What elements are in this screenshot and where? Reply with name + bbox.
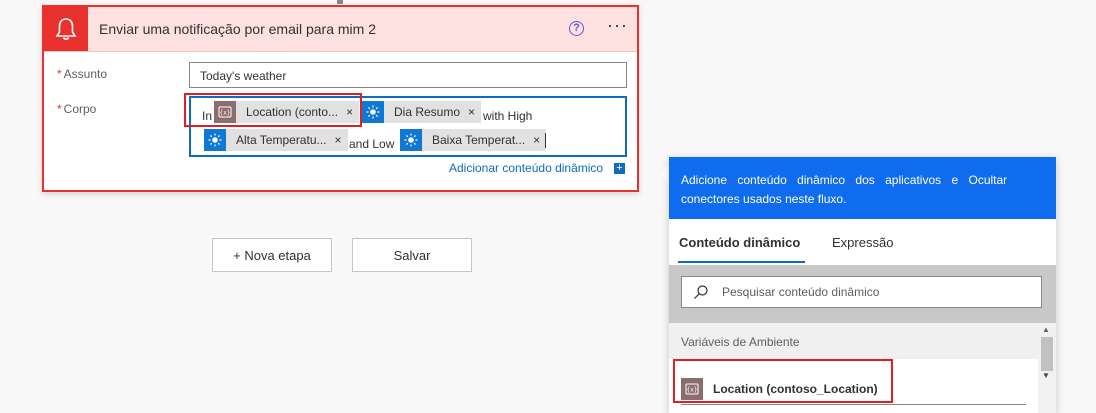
tab-expression[interactable]: Expressão: [832, 235, 893, 250]
required-marker: *: [57, 67, 62, 81]
subject-label-text: Assunto: [63, 67, 108, 81]
weather-sun-icon: [204, 129, 226, 151]
token-high-temperature[interactable]: Alta Temperatu... ×: [204, 129, 348, 151]
scroll-down-arrow-icon[interactable]: ▼: [1042, 371, 1050, 380]
token-low-temperature-label: Baixa Temperat...: [432, 133, 526, 147]
section-environment-variables: Variáveis de Ambiente: [669, 323, 1038, 359]
active-tab-indicator: [678, 261, 805, 263]
section-title: Variáveis de Ambiente: [681, 335, 800, 349]
flow-connector-line: [337, 0, 343, 4]
search-area: Pesquisar conteúdo dinâmico: [669, 265, 1056, 323]
body-text-with-high: with High: [483, 109, 533, 123]
body-text-and-low: and Low: [349, 137, 395, 151]
body-label-text: Corpo: [63, 102, 97, 116]
weather-sun-icon: [400, 129, 422, 151]
highlight-box-location-item: [673, 359, 893, 403]
tab-dynamic-content[interactable]: Conteúdo dinâmico: [679, 235, 800, 250]
subject-label: * Assunto: [57, 67, 107, 81]
token-high-temperature-label: Alta Temperatu...: [236, 133, 327, 147]
remove-token-icon[interactable]: ×: [531, 133, 546, 147]
search-input[interactable]: Pesquisar conteúdo dinâmico: [681, 276, 1042, 308]
panel-description: Adicione conteúdo dinâmico dos aplicativ…: [669, 157, 1056, 219]
scroll-up-arrow-icon[interactable]: ▲: [1042, 325, 1050, 334]
required-marker: *: [57, 102, 62, 116]
remove-token-icon[interactable]: ×: [333, 133, 348, 147]
card-header[interactable]: Enviar uma notificação por email para mi…: [44, 7, 637, 52]
more-options-icon[interactable]: ···: [607, 15, 628, 36]
panel-scrollbar[interactable]: ▲ ▼: [1038, 323, 1056, 413]
text-caret: [545, 133, 546, 148]
send-email-action-card: Enviar uma notificação por email para mi…: [42, 5, 639, 192]
card-title[interactable]: Enviar uma notificação por email para mi…: [99, 21, 376, 37]
token-day-summary[interactable]: Dia Resumo ×: [362, 101, 482, 123]
add-dynamic-content-link[interactable]: Adicionar conteúdo dinâmico: [449, 161, 603, 175]
panel-description-line1: Adicione conteúdo dinâmico dos aplicativ…: [681, 173, 1008, 187]
panel-tabs: Conteúdo dinâmico Expressão: [669, 219, 1056, 265]
body-label: * Corpo: [57, 102, 96, 116]
panel-pointer: [660, 165, 669, 183]
help-icon[interactable]: ?: [569, 21, 584, 36]
remove-token-icon[interactable]: ×: [466, 105, 481, 119]
bell-icon: [44, 7, 88, 51]
panel-description-line2: conectores usados neste fluxo.: [681, 192, 847, 206]
token-day-summary-label: Dia Resumo: [394, 105, 461, 119]
subject-input[interactable]: Today's weather: [189, 62, 627, 88]
scrollbar-thumb[interactable]: [1041, 337, 1053, 371]
token-low-temperature[interactable]: Baixa Temperat... ×: [400, 129, 547, 151]
list-divider: [681, 404, 1026, 405]
save-button[interactable]: Salvar: [352, 238, 472, 272]
highlight-box-location-token: [184, 93, 362, 127]
search-placeholder: Pesquisar conteúdo dinâmico: [722, 285, 880, 299]
new-step-button[interactable]: + Nova etapa: [212, 238, 332, 272]
plus-icon[interactable]: +: [614, 163, 625, 174]
search-icon: [693, 284, 709, 305]
weather-sun-icon: [362, 101, 384, 123]
